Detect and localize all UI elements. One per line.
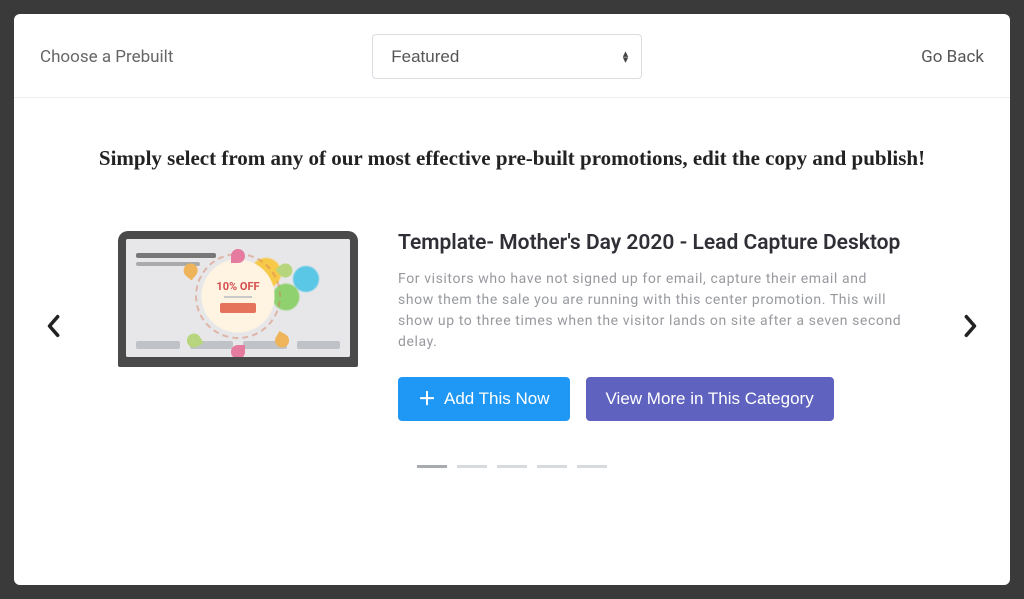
pagination-dot[interactable] [537,465,567,468]
template-description: For visitors who have not signed up for … [398,269,906,353]
carousel-next-button[interactable] [956,314,986,338]
view-more-button[interactable]: View More in This Category [586,377,834,421]
template-preview: 10% OFF [118,231,358,367]
carousel-pagination [38,465,986,468]
template-title: Template- Mother's Day 2020 - Lead Captu… [398,231,906,255]
button-row: ＋ Add This Now View More in This Categor… [398,377,906,421]
modal-header: Choose a Prebuilt Featured ▴▾ Go Back [14,14,1010,98]
template-detail: Template- Mother's Day 2020 - Lead Captu… [398,231,906,421]
badge-content: 10% OFF [209,267,267,325]
page-headline: Simply select from any of our most effec… [38,146,986,171]
carousel-slide: 10% OFF Template- Mother's Day 2020 - Le… [68,231,956,421]
mock-chip [297,341,341,349]
plus-icon: ＋ [418,390,436,408]
go-back-link[interactable]: Go Back [921,47,984,67]
laptop-frame: 10% OFF [118,231,358,367]
carousel-prev-button[interactable] [38,314,68,338]
pagination-dot[interactable] [577,465,607,468]
add-button-label: Add This Now [444,389,550,409]
template-carousel: 10% OFF Template- Mother's Day 2020 - Le… [38,231,986,421]
chevron-right-icon [964,314,978,338]
header-title: Choose a Prebuilt [40,47,173,67]
chevron-left-icon [46,314,60,338]
pagination-dot[interactable] [417,465,447,468]
promo-badge: 10% OFF [195,253,281,339]
filter-select[interactable]: Featured [372,34,642,79]
mock-chip [136,341,180,349]
modal-content: Simply select from any of our most effec… [14,98,1010,585]
pagination-dot[interactable] [457,465,487,468]
filter-select-wrap: Featured ▴▾ [372,34,642,79]
view-button-label: View More in This Category [606,389,814,409]
add-this-now-button[interactable]: ＋ Add This Now [398,377,570,421]
laptop-screen: 10% OFF [126,239,350,357]
badge-discount-text: 10% OFF [216,280,259,293]
badge-input-mock [224,296,252,298]
prebuilt-modal: Choose a Prebuilt Featured ▴▾ Go Back Si… [14,14,1010,585]
pagination-dot[interactable] [497,465,527,468]
badge-cta-mock [220,303,256,313]
